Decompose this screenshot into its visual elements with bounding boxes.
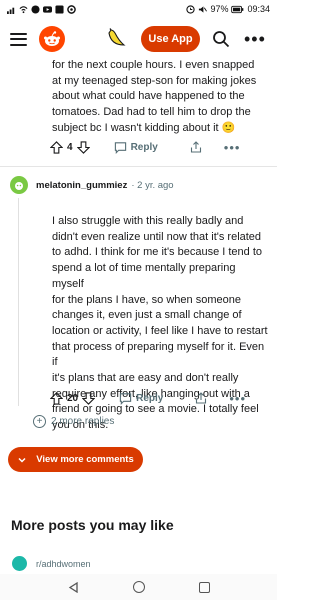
vote-group: 4 (50, 140, 90, 154)
reply-label: Reply (130, 141, 158, 153)
upvote-icon[interactable] (50, 140, 63, 154)
comment-line: to adhd. I think for me it's because I t… (52, 246, 262, 259)
more-posts-heading: More posts you may like (11, 517, 174, 533)
reply-icon (114, 141, 126, 154)
comment-actions: 4 Reply ••• (50, 137, 240, 157)
chevron-down-icon (18, 457, 26, 463)
reddit-alien-icon (44, 31, 60, 46)
home-icon[interactable] (132, 581, 145, 593)
vote-count: 4 (67, 141, 73, 153)
more-replies-button[interactable]: + 2 more replies (33, 415, 114, 428)
comment-line: subject bc I wasn't kidding about it 🙂 (52, 121, 236, 134)
alarm-icon (186, 4, 196, 14)
status-bar-left (7, 4, 76, 14)
comment-age: 2 yr. ago (137, 179, 174, 191)
back-icon[interactable] (68, 581, 79, 593)
settings-icon (67, 4, 76, 14)
view-more-comments-label: View more comments (36, 454, 134, 465)
divider (0, 166, 277, 167)
comment-line: for the plans I have, so when someone (52, 293, 241, 306)
suggested-subreddit[interactable]: r/adhdwomen (12, 556, 91, 571)
downvote-icon[interactable] (76, 140, 90, 154)
comment-line: spend a lot of time mentally preparing m… (52, 262, 236, 290)
top-header: Use App ••• (0, 18, 277, 60)
image-icon (55, 4, 64, 14)
notification-icon (31, 4, 40, 14)
comment-line: location or activity, I feel like I have… (52, 324, 268, 337)
share-icon[interactable] (195, 392, 207, 404)
comment-body: for the next couple hours. I even snappe… (52, 58, 270, 137)
comment-overflow-icon[interactable]: ••• (229, 391, 246, 406)
clock: 09:34 (247, 4, 270, 14)
android-nav-bar (0, 574, 277, 600)
downvote-icon[interactable] (82, 391, 96, 405)
upvote-icon[interactable] (50, 391, 63, 405)
signal-icon (7, 7, 15, 14)
comment-line: about what could have happened to the (52, 90, 245, 103)
hamburger-icon[interactable] (10, 32, 27, 46)
use-app-button[interactable]: Use App (141, 26, 200, 52)
vote-count: 20 (67, 392, 79, 404)
status-bar: 97% 09:34 (0, 0, 277, 18)
comment-line: for the next couple hours. I even snappe… (52, 59, 255, 71)
snoo-avatar-icon (15, 182, 23, 190)
comment-line: I also struggle with this really badly a… (52, 215, 244, 227)
share-icon[interactable] (190, 141, 202, 153)
comment-actions: 20 Reply ••• (50, 388, 246, 408)
comment-line: changes it, even just a small change of (52, 309, 242, 322)
plus-circle-icon: + (33, 415, 46, 428)
comment-header: melatonin_gummiez · 2 yr. ago (10, 176, 174, 194)
battery-level: 97% (210, 4, 229, 14)
comment-line: at my teenaged step-son for making jokes (52, 74, 257, 87)
banana-icon[interactable] (105, 27, 129, 51)
search-icon[interactable] (212, 30, 230, 48)
comment-author[interactable]: melatonin_gummiez (36, 180, 127, 191)
comment-line: that process of preparing myself for it.… (52, 340, 265, 369)
more-replies-label: 2 more replies (51, 416, 115, 427)
reply-icon (119, 392, 132, 405)
thread-line[interactable] (18, 198, 19, 406)
reply-label: Reply (136, 392, 164, 404)
view-more-comments-button[interactable]: View more comments (8, 447, 143, 472)
recents-icon[interactable] (198, 581, 210, 593)
status-bar-right: 97% 09:34 (186, 4, 270, 14)
subreddit-icon (12, 556, 27, 571)
avatar[interactable] (10, 176, 28, 194)
comment-line: didn't even realize until now that it's … (52, 230, 262, 243)
comment-line: tomatoes. Dad had to tell him to drop th… (52, 106, 251, 119)
wifi-icon (19, 5, 28, 13)
comment-overflow-icon[interactable]: ••• (224, 140, 241, 155)
mute-icon (199, 5, 208, 13)
subreddit-name: r/adhdwomen (36, 558, 91, 569)
battery-icon (231, 5, 244, 13)
reddit-logo[interactable] (39, 26, 65, 52)
more-icon[interactable]: ••• (244, 30, 266, 48)
reply-button[interactable]: Reply (114, 141, 158, 154)
comment-line: it's plans that are easy and don't reall… (52, 372, 239, 385)
youtube-icon (43, 5, 52, 13)
reply-button[interactable]: Reply (119, 392, 163, 405)
vote-group: 20 (50, 391, 96, 405)
